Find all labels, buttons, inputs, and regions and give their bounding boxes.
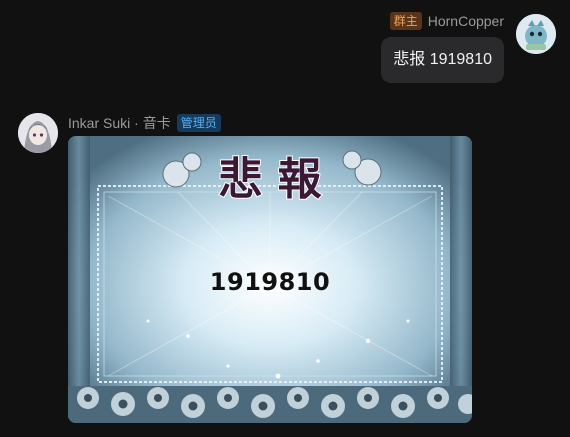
avatar-image	[516, 14, 556, 54]
admin-badge: 管理员	[176, 114, 221, 132]
message-bubble[interactable]: 悲报 1919810	[381, 37, 504, 83]
sender-row: Inkar Suki · 音卡 管理员	[68, 113, 221, 133]
avatar-image	[18, 113, 58, 153]
avatar[interactable]	[18, 113, 58, 153]
avatar[interactable]	[516, 14, 556, 54]
message-horncopper: 群主 HornCopper 悲报 1919810	[0, 0, 570, 100]
card-number: 1919810	[209, 268, 331, 296]
sender-name[interactable]: HornCopper	[428, 13, 504, 29]
owner-badge: 群主	[389, 12, 422, 30]
card-title: 悲 報	[218, 154, 321, 205]
sender-name[interactable]: Inkar Suki · 音卡	[68, 113, 171, 133]
sender-row: 群主 HornCopper	[389, 12, 504, 30]
image-message[interactable]: 悲 報 1919810	[68, 136, 472, 423]
